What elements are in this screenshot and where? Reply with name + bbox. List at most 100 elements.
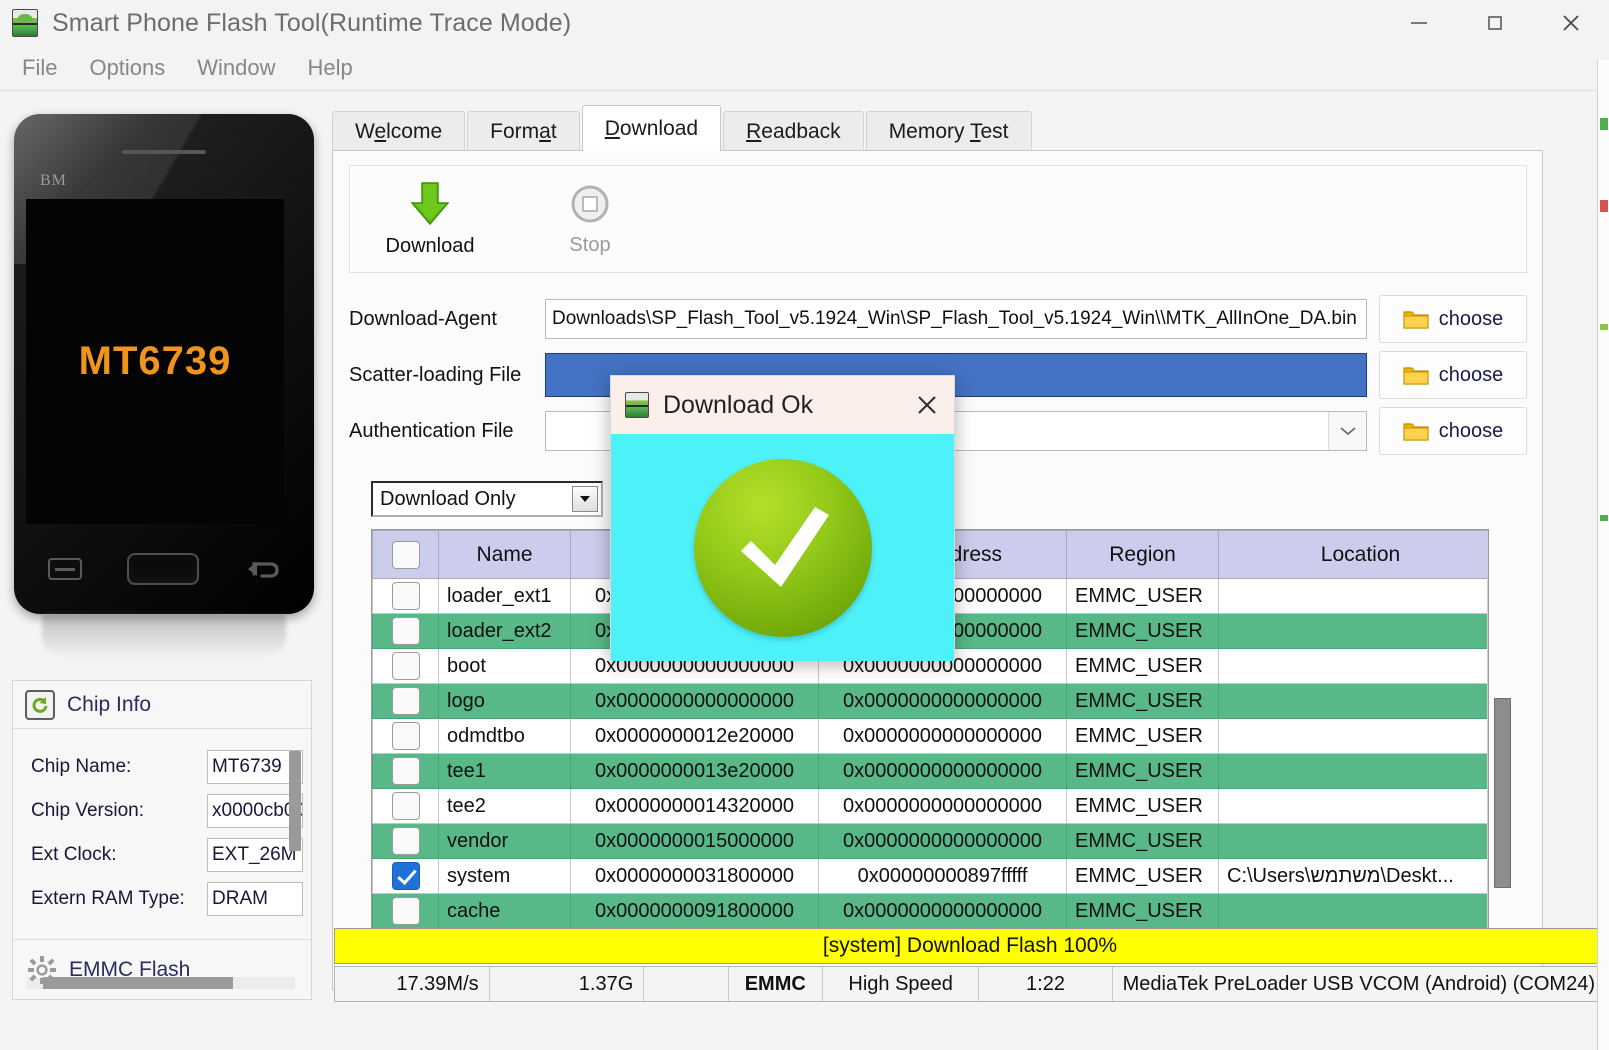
chip-info-header: Chip Info [13, 681, 311, 729]
tab-format[interactable]: Format [467, 111, 580, 151]
row-checkbox[interactable] [391, 687, 420, 715]
row-checkbox[interactable] [391, 862, 420, 890]
menu-window[interactable]: Window [181, 53, 291, 83]
menu-options[interactable]: Options [73, 53, 181, 83]
partition-table-scrollbar[interactable] [1487, 530, 1511, 936]
chip-row-ramtype: Extern RAM Type: DRAM [13, 877, 311, 921]
row-region: EMMC_USER [1066, 613, 1219, 649]
extern-ram-type-label: Extern RAM Type: [31, 888, 185, 909]
row-region: EMMC_USER [1066, 578, 1219, 614]
row-name: vendor [438, 823, 571, 859]
chip-row-name: Chip Name: MT6739 [13, 745, 311, 789]
home-button-icon [126, 553, 199, 585]
window-controls [1381, 0, 1609, 46]
row-name: loader_ext2 [438, 613, 571, 649]
tab-welcome-label: Welcome [355, 119, 443, 143]
column-header-location: Location [1218, 530, 1487, 579]
row-checkbox-cell[interactable] [372, 648, 439, 684]
table-row[interactable]: vendor 0x0000000015000000 0x00000000000000… [372, 823, 1487, 859]
mode-dropdown-arrow-icon[interactable] [572, 486, 598, 512]
download-toolbar: Download Stop [349, 165, 1527, 273]
tab-welcome[interactable]: Welcome [332, 111, 466, 151]
authentication-file-choose-button[interactable]: choose [1379, 407, 1527, 455]
row-checkbox[interactable] [391, 582, 420, 610]
row-location [1218, 788, 1487, 824]
table-row[interactable]: tee1 0x0000000013e20000 0x0000000000000000… [372, 753, 1487, 789]
row-checkbox-cell[interactable] [372, 893, 439, 929]
row-location: C:\Users\משתמש\Deskt... [1218, 858, 1487, 894]
status-size: 1.37G [490, 967, 645, 1001]
download-mode-value: Download Only [380, 487, 516, 510]
authentication-file-label: Authentication File [349, 419, 514, 442]
table-row[interactable]: odmdtbo 0x0000000012e20000 0x0000000000000… [372, 718, 1487, 754]
tab-memory-test[interactable]: Memory Test [865, 111, 1032, 151]
menu-file[interactable]: File [6, 53, 73, 83]
download-agent-choose-button[interactable]: choose [1379, 295, 1527, 343]
download-mode-select[interactable]: Download Only [371, 481, 603, 517]
dialog-close-button[interactable] [910, 388, 944, 422]
chevron-down-icon[interactable] [1328, 412, 1366, 450]
row-location [1218, 718, 1487, 754]
row-begin-address: 0x0000000013e20000 [570, 753, 819, 789]
chip-info-panel: Chip Info Chip Name: MT6739 Chip Version… [12, 680, 312, 1000]
row-checkbox[interactable] [391, 897, 420, 925]
close-button[interactable] [1533, 0, 1609, 46]
status-port: MediaTek PreLoader USB VCOM (Android) (C… [1122, 972, 1595, 995]
main-area: Welcome Format Download Readback Memory … [324, 92, 1609, 1050]
download-button[interactable]: Download [350, 169, 510, 269]
select-all-header[interactable] [372, 530, 439, 579]
row-name: loader_ext1 [438, 578, 571, 614]
emmc-flash-section[interactable]: EMMC Flash [13, 939, 311, 999]
row-end-address: 0x0000000000000000 [818, 788, 1067, 824]
app-icon [12, 9, 38, 37]
progress-label: [system] Download Flash 100% [822, 934, 1118, 957]
authentication-file-choose-label: choose [1438, 419, 1504, 442]
scatter-loading-file-choose-button[interactable]: choose [1379, 351, 1527, 399]
stop-button-label: Stop [569, 233, 611, 256]
row-checkbox[interactable] [391, 827, 420, 855]
download-agent-input[interactable]: Downloads\SP_Flash_Tool_v5.1924_Win\SP_F… [545, 299, 1367, 339]
row-checkbox-cell[interactable] [372, 788, 439, 824]
row-checkbox-cell[interactable] [372, 823, 439, 859]
background-window-edge[interactable] [1597, 60, 1609, 1050]
row-checkbox-cell[interactable] [372, 753, 439, 789]
table-row[interactable]: logo 0x0000000000000000 0x0000000000000000… [372, 683, 1487, 719]
table-row[interactable]: cache 0x0000000091800000 0x000000000000000… [372, 893, 1487, 929]
row-end-address: 0x0000000000000000 [818, 683, 1067, 719]
table-row[interactable]: tee2 0x0000000014320000 0x0000000000000000… [372, 788, 1487, 824]
row-checkbox[interactable] [391, 722, 420, 750]
row-checkbox-cell[interactable] [372, 683, 439, 719]
row-checkbox[interactable] [391, 757, 420, 785]
stop-button[interactable]: Stop [510, 169, 670, 269]
row-checkbox-cell[interactable] [372, 858, 439, 894]
table-row[interactable]: system 0x0000000031800000 0x00000000897fff… [372, 858, 1487, 894]
download-button-label: Download [385, 234, 475, 257]
partition-table-scroll-thumb[interactable] [1494, 698, 1511, 888]
chip-version-label: Chip Version: [31, 800, 145, 821]
left-panel: BM MT6739 Chip Info Chip Name: MT6739 Ch… [0, 92, 324, 1050]
tab-download-label: Download [604, 116, 699, 140]
tab-readback[interactable]: Readback [723, 111, 864, 151]
row-checkbox[interactable] [391, 617, 420, 645]
dialog-title: Download Ok [663, 390, 814, 419]
maximize-button[interactable] [1457, 0, 1533, 46]
row-checkbox-cell[interactable] [372, 578, 439, 614]
download-agent-choose-label: choose [1438, 307, 1504, 330]
menu-help[interactable]: Help [292, 53, 369, 83]
status-blank [644, 967, 729, 1001]
row-name: cache [438, 893, 571, 929]
minimize-button[interactable] [1381, 0, 1457, 46]
bg-marker-green-2 [1600, 324, 1608, 330]
green-down-arrow-icon [409, 181, 451, 227]
row-checkbox[interactable] [391, 792, 420, 820]
chip-info-vertical-scrollbar[interactable] [289, 751, 301, 851]
select-all-checkbox[interactable] [391, 540, 420, 569]
row-name: tee1 [438, 753, 571, 789]
row-checkbox[interactable] [391, 652, 420, 680]
tab-download[interactable]: Download [581, 105, 722, 151]
row-begin-address: 0x0000000091800000 [570, 893, 819, 929]
folder-icon [1403, 420, 1429, 442]
row-checkbox-cell[interactable] [372, 718, 439, 754]
gear-icon [27, 955, 57, 985]
row-checkbox-cell[interactable] [372, 613, 439, 649]
